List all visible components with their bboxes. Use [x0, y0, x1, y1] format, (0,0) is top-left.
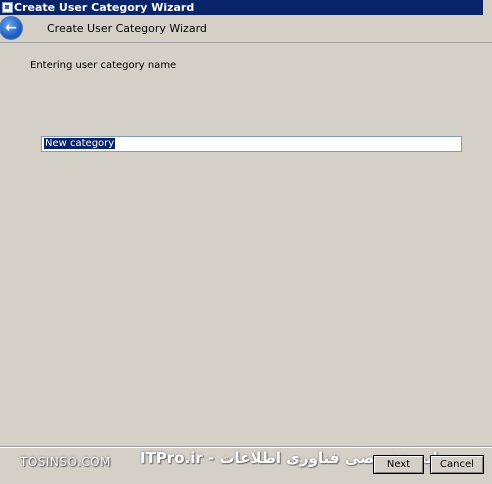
title-bar: Create User Category Wizard [0, 0, 492, 15]
category-name-input[interactable]: New category [41, 136, 462, 152]
back-button[interactable]: ← [0, 17, 22, 39]
window-title: Create User Category Wizard [14, 1, 195, 14]
back-arrow-icon: ← [5, 20, 17, 36]
footer-divider [0, 446, 492, 448]
title-bar-button[interactable] [483, 0, 492, 15]
watermark-left: TOSINSO.COM [20, 455, 111, 469]
cancel-button[interactable]: Cancel [430, 455, 484, 474]
wizard-header: ← Create User Category Wizard [0, 15, 492, 43]
wizard-title: Create User Category Wizard [47, 22, 207, 35]
page-heading: Entering user category name [30, 60, 177, 71]
category-name-value: New category [44, 138, 116, 149]
next-button[interactable]: Next [373, 455, 424, 474]
app-icon [2, 2, 13, 13]
